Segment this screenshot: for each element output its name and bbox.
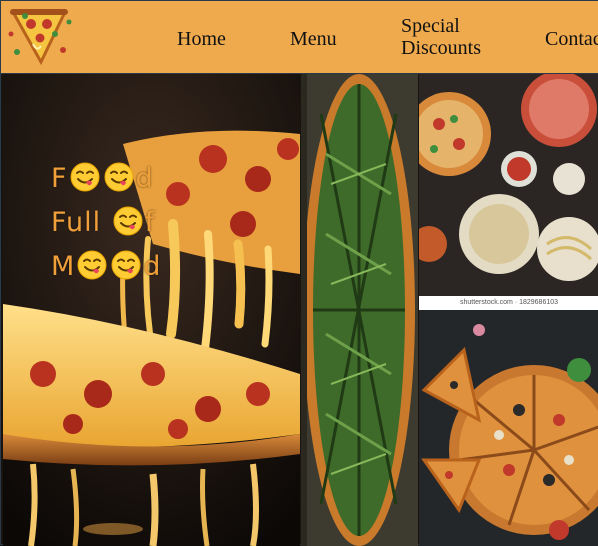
stock-watermark: shutterstock.com · 1829686103 <box>419 296 598 310</box>
nav-special-line1: Special <box>401 15 460 37</box>
sliced-pizza-image <box>419 310 598 546</box>
savoring-face-emoji-icon <box>111 250 142 280</box>
savoring-face-emoji-icon <box>112 206 143 236</box>
tagline-line-2: Full f <box>51 206 156 238</box>
tagline-line-1: Fd <box>51 162 154 194</box>
site-header: Home Menu Special Discounts Contact <box>1 1 598 74</box>
spinach-pizza-image <box>301 74 418 546</box>
tagline-line-3: Md <box>51 250 162 282</box>
pasta-pizza-spread-image: shutterstock.com · 1829686103 <box>419 74 598 310</box>
nav-special-line2: Discounts <box>401 37 481 59</box>
savoring-face-emoji-icon <box>69 162 100 192</box>
hero-tagline: Fd Full f Md <box>51 157 161 289</box>
nav-link-menu[interactable]: Menu <box>290 28 337 50</box>
nav-link-contact[interactable]: Contact <box>545 28 598 50</box>
hero-pizza-image: Fd Full f Md <box>3 74 300 546</box>
nav-link-special-discounts[interactable]: Special Discounts <box>401 15 481 59</box>
savoring-face-emoji-icon <box>77 250 108 280</box>
nav-link-home[interactable]: Home <box>177 28 226 50</box>
savoring-face-emoji-icon <box>103 162 134 192</box>
pizza-logo-icon[interactable] <box>3 4 79 70</box>
